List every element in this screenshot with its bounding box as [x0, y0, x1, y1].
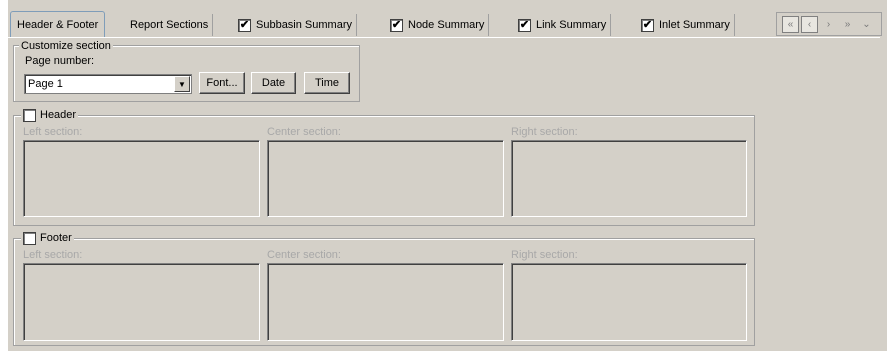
page-number-value: Page 1 [28, 78, 63, 90]
header-checkbox[interactable] [23, 108, 36, 122]
header-center-section-label: Center section: [267, 126, 341, 138]
tab-header-footer[interactable]: Header & Footer [10, 11, 106, 38]
footer-title: Footer [40, 232, 72, 244]
header-center-section-input[interactable] [267, 140, 504, 217]
tab-inlet-summary[interactable]: ✔ Inlet Summary [637, 14, 735, 36]
customize-section-title-text: Customize section [21, 40, 111, 52]
footer-group: Footer Left section: Center section: Rig… [13, 231, 755, 346]
date-button[interactable]: Date [251, 72, 296, 94]
tab-node-summary[interactable]: ✔ Node Summary [386, 14, 490, 36]
tab-strip-divider [8, 37, 880, 38]
footer-right-section-input[interactable] [511, 263, 747, 341]
tab-subbasin-summary[interactable]: ✔ Subbasin Summary [234, 14, 357, 36]
tab-navigation: « ‹ › » ⌄ [776, 12, 882, 36]
previous-tab-icon[interactable]: ‹ [801, 15, 818, 33]
next-tab-icon[interactable]: › [820, 16, 837, 33]
header-group: Header Left section: Center section: Rig… [13, 108, 755, 226]
header-left-section-label: Left section: [23, 126, 83, 138]
tab-label: Header & Footer [17, 19, 99, 31]
window-left-edge [0, 0, 8, 351]
footer-left-section-label: Left section: [23, 249, 83, 261]
footer-checkbox[interactable] [23, 231, 36, 245]
first-tab-icon[interactable]: « [782, 15, 799, 33]
header-right-section-input[interactable] [511, 140, 747, 217]
customize-section-title: Customize section [19, 39, 113, 53]
footer-group-title: Footer [21, 231, 74, 245]
customize-section-group: Customize section Page number: Page 1 ▼ … [13, 39, 360, 102]
time-button[interactable]: Time [304, 72, 350, 94]
footer-center-section-input[interactable] [267, 263, 504, 341]
report-options-panel: Header & Footer Report Sections ✔ Subbas… [0, 0, 887, 351]
footer-center-section-label: Center section: [267, 249, 341, 261]
tab-link-summary[interactable]: ✔ Link Summary [514, 14, 612, 36]
page-number-label: Page number: [25, 55, 95, 67]
header-group-title: Header [21, 108, 79, 122]
font-button[interactable]: Font... [199, 72, 245, 94]
last-tab-icon[interactable]: » [839, 16, 856, 33]
tab-report-sections[interactable]: Report Sections [126, 14, 214, 36]
node-summary-checkbox[interactable]: ✔ [390, 18, 403, 32]
subbasin-summary-checkbox[interactable]: ✔ [238, 18, 251, 32]
header-left-section-input[interactable] [23, 140, 260, 217]
chevron-down-icon[interactable]: ⌄ [858, 16, 875, 33]
footer-left-section-input[interactable] [23, 263, 260, 341]
tab-label: Report Sections [130, 19, 209, 31]
link-summary-checkbox[interactable]: ✔ [518, 18, 531, 32]
footer-right-section-label: Right section: [511, 249, 578, 261]
inlet-summary-checkbox[interactable]: ✔ [641, 18, 654, 32]
page-number-select[interactable]: Page 1 ▼ [24, 74, 192, 94]
tab-label: Link Summary [536, 19, 607, 31]
chevron-down-icon[interactable]: ▼ [174, 76, 190, 92]
tab-label: Node Summary [408, 19, 485, 31]
header-right-section-label: Right section: [511, 126, 578, 138]
header-title: Header [40, 109, 77, 121]
tab-label: Inlet Summary [659, 19, 730, 31]
tab-label: Subbasin Summary [256, 19, 352, 31]
